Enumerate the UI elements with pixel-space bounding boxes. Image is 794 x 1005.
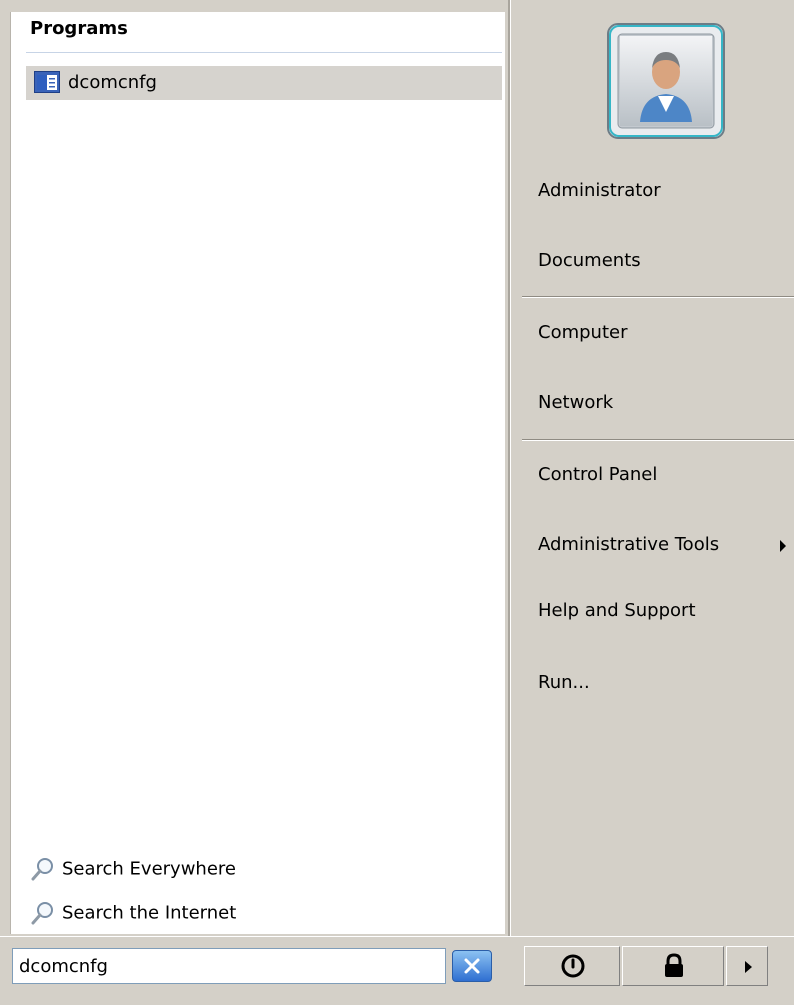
- menu-item-documents[interactable]: Documents: [538, 250, 641, 271]
- power-icon: [561, 954, 585, 978]
- lock-button[interactable]: [622, 946, 724, 986]
- start-menu: Programs dcomcnfg Search Everywhere Sear…: [0, 0, 794, 1005]
- power-button[interactable]: [524, 946, 620, 986]
- menu-item-computer[interactable]: Computer: [538, 322, 627, 343]
- menu-separator: [522, 296, 794, 298]
- programs-header: Programs: [30, 18, 128, 39]
- user-avatar-icon[interactable]: [606, 22, 726, 140]
- menu-separator: [522, 439, 794, 441]
- arrow-right-icon: [745, 961, 752, 973]
- search-everywhere-label: Search Everywhere: [62, 858, 236, 880]
- more-options-button[interactable]: [726, 946, 768, 986]
- search-internet-link[interactable]: Search the Internet: [30, 900, 236, 926]
- program-item-label: dcomcnfg: [68, 72, 157, 93]
- programs-header-rule: [26, 52, 502, 53]
- close-icon: [464, 958, 480, 974]
- menu-item-administrative-tools[interactable]: Administrative Tools: [538, 534, 794, 555]
- menu-item-administrator[interactable]: Administrator: [538, 180, 661, 201]
- pane-divider: [508, 0, 511, 1004]
- console-window-icon: [34, 71, 60, 93]
- menu-item-control-panel[interactable]: Control Panel: [538, 464, 657, 485]
- menu-item-help-and-support[interactable]: Help and Support: [538, 600, 696, 621]
- clear-search-button[interactable]: [452, 950, 492, 982]
- menu-item-run[interactable]: Run...: [538, 672, 590, 693]
- program-item-dcomcnfg[interactable]: dcomcnfg: [26, 66, 502, 100]
- lock-icon: [665, 953, 683, 977]
- programs-pane: [10, 12, 505, 934]
- power-buttons: [524, 946, 786, 986]
- magnifier-icon: [30, 856, 56, 882]
- menu-item-network[interactable]: Network: [538, 392, 613, 413]
- magnifier-icon: [30, 900, 56, 926]
- search-internet-label: Search the Internet: [62, 902, 237, 924]
- search-input[interactable]: [12, 948, 446, 984]
- administrative-tools-label: Administrative Tools: [538, 534, 720, 555]
- right-pane: Administrator Documents Computer Network…: [512, 0, 794, 940]
- submenu-arrow-icon: [780, 540, 786, 552]
- search-everywhere-link[interactable]: Search Everywhere: [30, 856, 236, 882]
